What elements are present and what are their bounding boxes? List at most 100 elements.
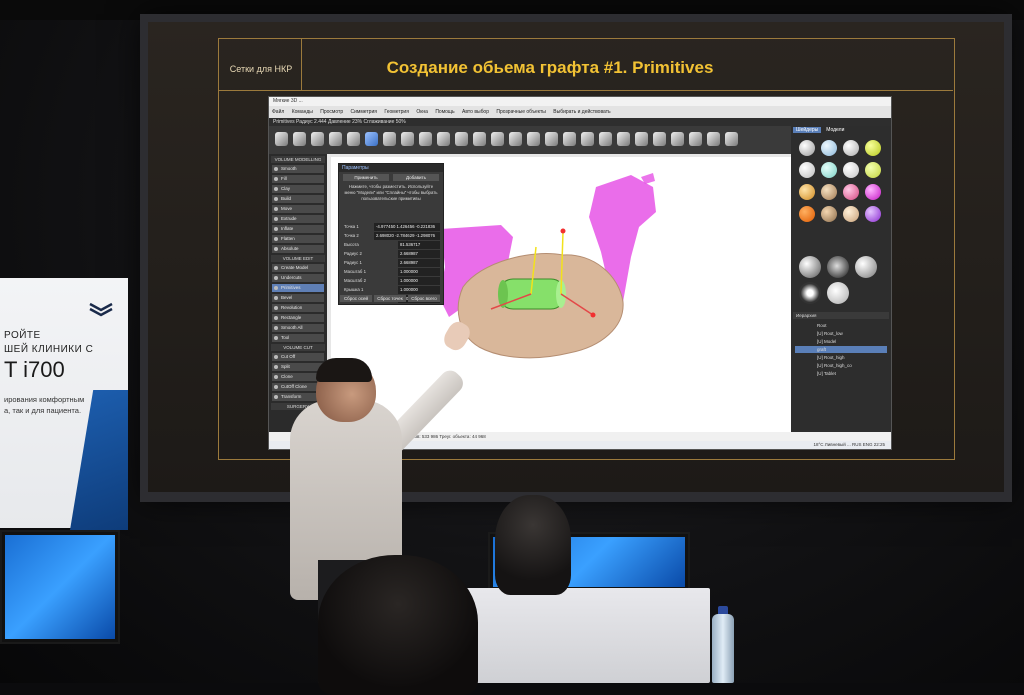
cross-icon[interactable] (725, 132, 738, 146)
tool-revolution[interactable]: Revolution (272, 304, 324, 312)
spiral-icon[interactable] (473, 132, 486, 146)
matcap-swatch[interactable] (821, 162, 837, 178)
menu-item[interactable]: Команды (292, 109, 313, 115)
sphere-icon[interactable] (617, 132, 630, 146)
tool-create-model[interactable]: Create Model (272, 264, 324, 272)
tool-smooth-all[interactable]: Smooth All (272, 324, 324, 332)
layer-row[interactable]: [U] Root_high_co (795, 362, 887, 369)
layer-row[interactable]: [U] Root_high (795, 354, 887, 361)
matcap-swatch[interactable] (799, 140, 815, 156)
box-icon[interactable] (527, 132, 540, 146)
matcap-preview[interactable] (827, 256, 849, 278)
menu-item[interactable]: Авто выбор (462, 109, 489, 115)
diamond-icon[interactable] (635, 132, 648, 146)
box-icon[interactable] (509, 132, 522, 146)
layer-row[interactable]: [U] Root_low (795, 330, 887, 337)
menu-item[interactable]: Геометрия (384, 109, 409, 115)
disc-icon[interactable] (581, 132, 594, 146)
ellipsoid-icon[interactable] (563, 132, 576, 146)
matcap-swatch[interactable] (865, 206, 881, 222)
tool-absolute[interactable]: Absolute (272, 245, 324, 253)
tool-tool[interactable]: Tool (272, 334, 324, 342)
tool-rectangle[interactable]: Rectangle (272, 314, 324, 322)
tool-clay[interactable]: Clay (272, 185, 324, 193)
tool-cut-off[interactable]: Cut Off (272, 353, 324, 361)
menu-item[interactable]: Выбирать и действовать (553, 109, 610, 115)
tool-flatten[interactable]: Flatten (272, 235, 324, 243)
menu-item[interactable]: Файл (272, 109, 284, 115)
cylinder-icon[interactable] (545, 132, 558, 146)
gear-icon[interactable] (491, 132, 504, 146)
tab-models[interactable]: Модели (823, 127, 847, 133)
cone-icon[interactable] (329, 132, 342, 146)
cone-icon[interactable] (437, 132, 450, 146)
slide-header-separator (301, 38, 302, 90)
tool-primitives[interactable]: Primitives (272, 284, 324, 292)
matcap-swatch[interactable] (865, 162, 881, 178)
tool-bevel[interactable]: Bevel (272, 294, 324, 302)
tube-icon[interactable] (347, 132, 360, 146)
matcap-swatch[interactable] (821, 140, 837, 156)
capsule-icon[interactable] (365, 132, 378, 146)
tool-options-bar: Primitives Радиус 2.444 Давление 23% Сгл… (269, 118, 891, 126)
tool-smooth[interactable]: Smooth (272, 165, 324, 173)
matcap-swatch[interactable] (799, 162, 815, 178)
slide-title: Создание обьема графта #1. Primitives (386, 58, 714, 77)
torus-icon[interactable] (383, 132, 396, 146)
matcap-swatch[interactable] (843, 206, 859, 222)
matcap-preview[interactable] (799, 282, 821, 304)
layer-row-selected[interactable]: graft (795, 346, 887, 353)
reset-all-button[interactable]: Сброс всего (408, 295, 440, 302)
matcap-preview[interactable] (827, 282, 849, 304)
matcap-swatch[interactable] (799, 206, 815, 222)
add-button[interactable]: Добавить (393, 174, 439, 181)
menu-item[interactable]: Окна (416, 109, 428, 115)
tool-split[interactable]: Split (272, 363, 324, 371)
matcap-preview[interactable] (799, 256, 821, 278)
matcap-swatch[interactable] (843, 140, 859, 156)
cube-icon[interactable] (671, 132, 684, 146)
gizmo-handle[interactable] (560, 228, 566, 234)
reset-points-button[interactable]: Сброс точек (374, 295, 406, 302)
ring-icon[interactable] (599, 132, 612, 146)
cylinder-icon[interactable] (689, 132, 702, 146)
params-title: Параметры (339, 164, 443, 172)
matcap-swatch[interactable] (821, 206, 837, 222)
presenter-hair (316, 358, 372, 382)
tool-build[interactable]: Build (272, 195, 324, 203)
apply-button[interactable]: Применить (343, 174, 389, 181)
tube-icon[interactable] (419, 132, 432, 146)
box-icon[interactable] (707, 132, 720, 146)
layer-row[interactable]: Root (795, 322, 887, 329)
gizmo-handle[interactable] (590, 312, 596, 318)
menu-item[interactable]: Просмотр (320, 109, 343, 115)
matcap-swatch[interactable] (865, 184, 881, 200)
slide-header-divider (218, 90, 953, 91)
tool-extrude[interactable]: Extrude (272, 215, 324, 223)
layer-row[interactable]: [U] Tablet (795, 370, 887, 377)
cylinder-icon[interactable] (311, 132, 324, 146)
menu-item[interactable]: Прозрачные объекты (496, 109, 546, 115)
layer-row[interactable]: [U] Model (795, 338, 887, 345)
tool-fill[interactable]: Fill (272, 175, 324, 183)
menu-item[interactable]: Симметрия (351, 109, 377, 115)
menu-item[interactable]: Помощь (435, 109, 454, 115)
matcap-swatch[interactable] (843, 162, 859, 178)
cone-icon[interactable] (653, 132, 666, 146)
matcap-swatch[interactable] (821, 184, 837, 200)
text-icon[interactable] (455, 132, 468, 146)
param-row: Масштаб 1 1.000000 (342, 268, 440, 276)
matcap-swatch[interactable] (799, 184, 815, 200)
reset-axes-button[interactable]: Сброс осей (340, 295, 372, 302)
tool-move[interactable]: Move (272, 205, 324, 213)
cylinder-icon[interactable] (401, 132, 414, 146)
matcap-preview[interactable] (855, 256, 877, 278)
tab-shaders[interactable]: Шейдеры (793, 127, 822, 133)
tool-inflate[interactable]: Inflate (272, 225, 324, 233)
sphere-icon[interactable] (275, 132, 288, 146)
tool-undercuts[interactable]: Undercuts (272, 274, 324, 282)
cube-icon[interactable] (293, 132, 306, 146)
param-row: Радиус 2 2.668987 (342, 250, 440, 258)
matcap-swatch[interactable] (865, 140, 881, 156)
matcap-swatch[interactable] (843, 184, 859, 200)
